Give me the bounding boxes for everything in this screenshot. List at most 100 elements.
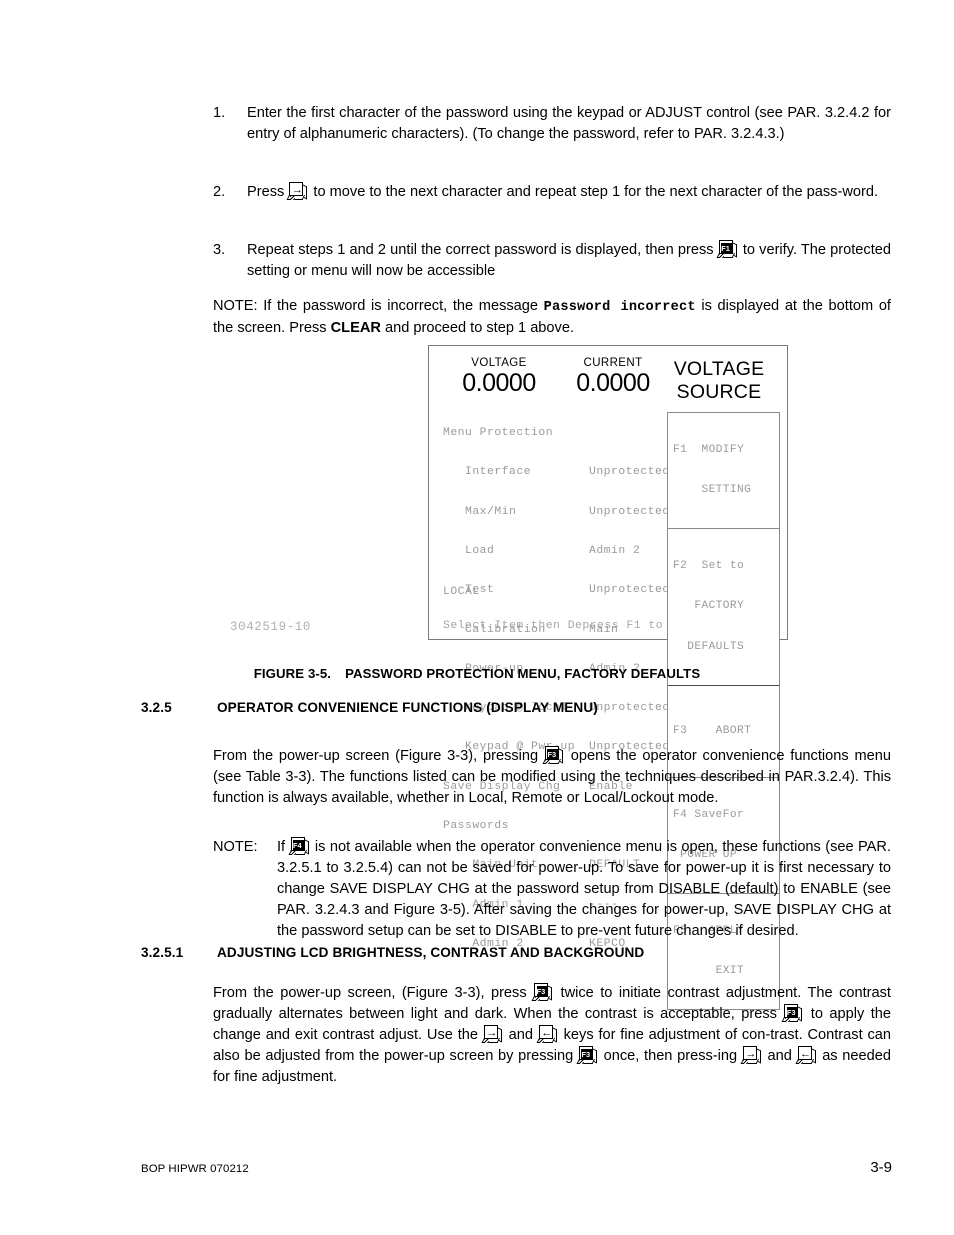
- menu-row: Load Admin 2: [443, 545, 675, 558]
- heading-3-2-5-1-title: ADJUSTING LCD BRIGHTNESS, CONTRAST AND B…: [217, 945, 645, 960]
- softkey-f3-line1: F3 ABORT: [673, 724, 752, 737]
- menu-row-label: Passwords: [443, 820, 510, 832]
- f3-key-icon: F3: [576, 1046, 598, 1065]
- softkey-f1[interactable]: F1 MODIFY SETTING: [668, 413, 779, 530]
- mode-line-1: VOLTAGE: [673, 358, 765, 380]
- softkey-f5-line2: EXIT: [673, 965, 745, 978]
- step-2: 2. Press → to move to the next character…: [213, 182, 891, 203]
- figure-caption-title: PASSWORD PROTECTION MENU, FACTORY DEFAUL…: [345, 666, 701, 681]
- softkey-f2-line3: DEFAULTS: [673, 640, 745, 653]
- step-2-text-after: to move to the next character and repeat…: [309, 184, 879, 200]
- heading-3-2-5-1: 3.2.5.1 ADJUSTING LCD BRIGHTNESS, CONTRA…: [141, 945, 891, 960]
- current-value: 0.0000: [576, 369, 650, 397]
- left-arrow-glyph: ←: [541, 1026, 553, 1039]
- menu-row-label: Max/Min: [443, 505, 517, 518]
- menu-row: Max/Min Unprotected: [443, 506, 675, 519]
- right-arrow-key-icon: →: [481, 1025, 503, 1044]
- menu-row-value: Unprotected: [589, 466, 670, 479]
- f3-key-label: F3: [536, 985, 548, 997]
- heading-3-2-5: 3.2.5 OPERATOR CONVENIENCE FUNCTIONS (DI…: [141, 700, 891, 715]
- note-operator-convenience: NOTE: If F4 is not available when the op…: [213, 837, 891, 942]
- step-1-text: Enter the first character of the passwor…: [247, 103, 891, 145]
- right-arrow-key-icon: →: [286, 182, 308, 201]
- menu-row-label: Interface: [443, 466, 532, 479]
- f1-key-icon: F1: [716, 240, 738, 259]
- menu-row-value: Admin 2: [589, 545, 641, 558]
- lcd-mode-indicator: VOLTAGE SOURCE: [659, 358, 779, 404]
- f3-key-icon: F3: [531, 983, 553, 1002]
- document-page: 1. Enter the first character of the pass…: [0, 0, 954, 1235]
- f3-key-icon: F3: [542, 746, 564, 765]
- local-status-indicator: LOCAL: [443, 586, 480, 598]
- mode-line-2: SOURCE: [676, 381, 762, 403]
- left-arrow-key-icon: ←: [795, 1046, 817, 1065]
- step-1: 1. Enter the first character of the pass…: [213, 103, 891, 145]
- left-arrow-glyph: ←: [800, 1047, 812, 1060]
- menu-row: Interface Unprotected: [443, 466, 675, 479]
- step-3: 3. Repeat steps 1 and 2 until the correc…: [213, 240, 891, 282]
- drawing-number: 3042519-10: [230, 620, 312, 634]
- step-2-number: 2.: [213, 184, 226, 200]
- heading-3-2-5-title: OPERATOR CONVENIENCE FUNCTIONS (DISPLAY …: [217, 700, 598, 715]
- f4-key-icon: F4: [288, 837, 310, 856]
- softkey-f4-line1: F4 SaveFor: [673, 808, 745, 821]
- right-arrow-key-icon: →: [740, 1046, 762, 1065]
- softkey-f2-line2: FACTORY: [673, 600, 745, 613]
- left-arrow-key-icon: ←: [536, 1025, 558, 1044]
- note-operator-part1: If: [277, 839, 290, 855]
- note-operator-body: If F4 is not available when the operator…: [277, 837, 891, 942]
- heading-3-2-5-number: 3.2.5: [141, 700, 172, 715]
- footer-document-id: BOP HIPWR 070212: [141, 1163, 249, 1175]
- lcd-display-figure: VOLTAGE 0.0000 CURRENT 0.0000 VOLTAGE SO…: [428, 345, 788, 1011]
- softkey-f1-line2: SETTING: [673, 484, 752, 497]
- f3-key-label: F3: [581, 1048, 593, 1060]
- note-operator-lead: NOTE:: [213, 839, 258, 855]
- menu-row-value: Unprotected: [589, 584, 670, 597]
- current-meter: CURRENT 0.0000: [553, 356, 673, 397]
- p3251-part4: and: [503, 1027, 538, 1043]
- note-operator-part2: is not available when the operator conve…: [277, 839, 892, 939]
- step-1-number: 1.: [213, 105, 226, 121]
- right-arrow-glyph: →: [291, 183, 303, 196]
- softkey-f2[interactable]: F2 Set to FACTORY DEFAULTS: [668, 529, 779, 686]
- step-2-text: Press → to move to the next character an…: [247, 182, 891, 203]
- step-1-body-text: Enter the first character of the passwor…: [247, 105, 891, 142]
- paragraph-3-2-5-part1: From the power-up screen (Figure 3-3), p…: [213, 748, 544, 764]
- menu-row-label: Load: [443, 545, 495, 558]
- voltage-value: 0.0000: [462, 369, 536, 397]
- menu-row-value: Unprotected: [589, 505, 670, 518]
- note-text-part1: If the password is incorrect, the messag…: [257, 298, 544, 314]
- password-incorrect-message: Password incorrect: [543, 300, 696, 315]
- note-text-part3: and proceed to step 1 above.: [380, 320, 575, 336]
- step-2-text-before: Press: [247, 184, 289, 200]
- figure-caption: FIGURE 3-5. PASSWORD PROTECTION MENU, FAC…: [0, 666, 954, 681]
- f4-key-label: F4: [293, 839, 305, 851]
- p3251-part1: From the power-up screen, (Figure 3-3), …: [213, 985, 534, 1001]
- note-lead-label: NOTE:: [213, 298, 258, 314]
- footer-page-number: 3-9: [870, 1159, 892, 1176]
- right-arrow-glyph: →: [486, 1026, 498, 1039]
- p3251-part6: once, then press-ing: [598, 1048, 742, 1064]
- clear-key-label: CLEAR: [330, 320, 381, 336]
- step-3-number: 3.: [213, 242, 226, 258]
- current-label: CURRENT: [583, 357, 643, 369]
- paragraph-3-2-5-1: From the power-up screen, (Figure 3-3), …: [213, 983, 891, 1088]
- figure-caption-number: FIGURE 3-5.: [253, 666, 332, 681]
- softkey-f1-line1: F1 MODIFY: [673, 443, 745, 456]
- f3-key-label: F3: [547, 748, 559, 760]
- f3-key-label: F3: [786, 1006, 798, 1018]
- step-3-text: Repeat steps 1 and 2 until the correct p…: [247, 240, 891, 282]
- f1-key-label: F1: [721, 242, 733, 254]
- softkey-f2-line1: F2 Set to: [673, 560, 745, 573]
- paragraph-3-2-5: From the power-up screen (Figure 3-3), p…: [213, 746, 891, 809]
- menu-row: Passwords: [443, 820, 675, 833]
- voltage-meter: VOLTAGE 0.0000: [439, 356, 559, 397]
- right-arrow-glyph: →: [745, 1047, 757, 1060]
- voltage-label: VOLTAGE: [471, 357, 527, 369]
- p3251-part7: and: [762, 1048, 797, 1064]
- f3-key-icon: F3: [781, 1004, 803, 1023]
- heading-3-2-5-1-number: 3.2.5.1: [141, 945, 184, 960]
- menu-title: Menu Protection: [443, 427, 554, 440]
- step-3-text-before: Repeat steps 1 and 2 until the correct p…: [247, 242, 718, 258]
- note-password-incorrect: NOTE: If the password is incorrect, the …: [213, 296, 891, 339]
